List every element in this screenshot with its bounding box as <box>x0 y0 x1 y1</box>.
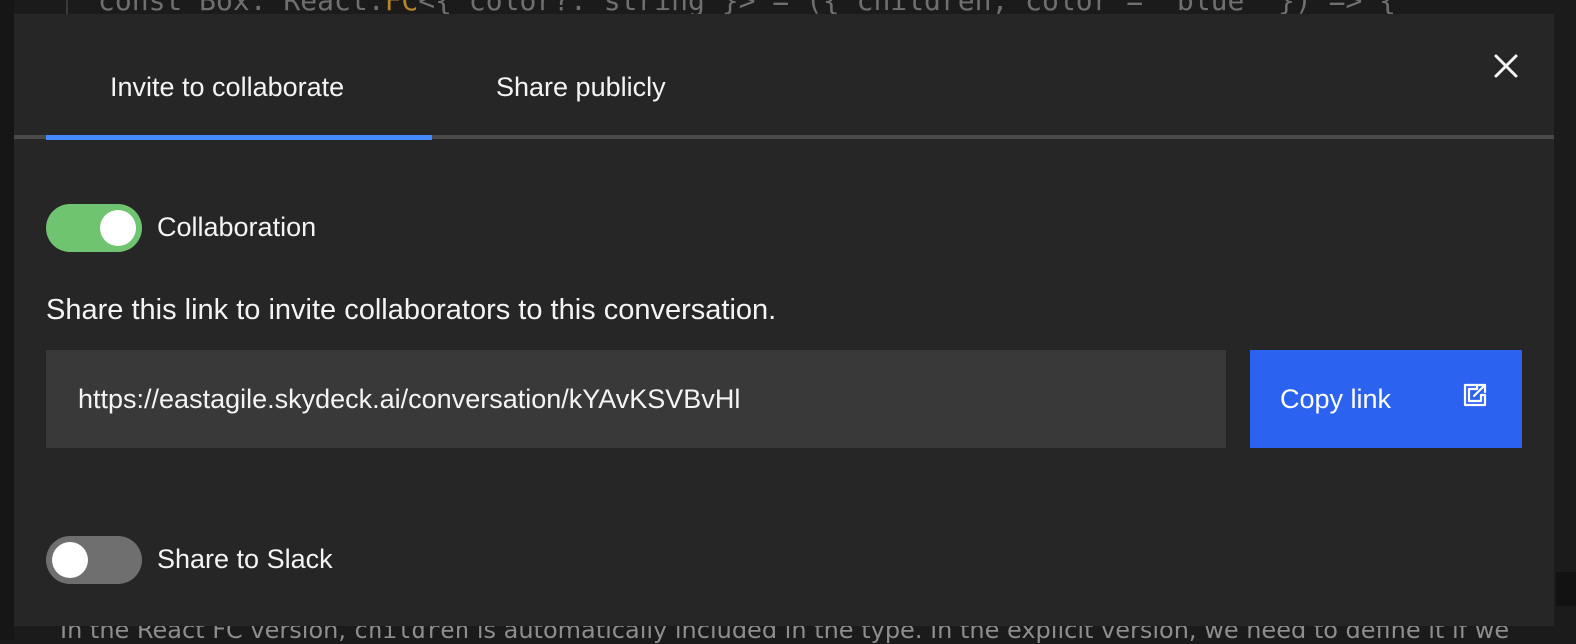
share-modal: Invite to collaborate Share publicly Col… <box>14 14 1554 626</box>
close-button[interactable] <box>1488 48 1524 84</box>
share-link-icon <box>1463 383 1487 407</box>
share-link-field[interactable]: https://eastagile.skydeck.ai/conversatio… <box>46 350 1226 448</box>
page-edge <box>0 0 14 640</box>
collaboration-label: Collaboration <box>157 212 317 242</box>
toggle-knob <box>52 542 88 578</box>
background-scrollbar <box>1556 572 1576 606</box>
copy-link-button[interactable]: Copy link <box>1250 350 1522 448</box>
active-tab-indicator <box>46 135 432 140</box>
tab-invite-to-collaborate[interactable]: Invite to collaborate <box>110 72 344 103</box>
slack-toggle[interactable] <box>46 536 142 584</box>
toggle-knob <box>100 210 136 246</box>
tab-share-publicly[interactable]: Share publicly <box>496 72 666 103</box>
slack-label: Share to Slack <box>157 544 333 574</box>
share-description: Share this link to invite collaborators … <box>46 294 777 326</box>
collaboration-toggle[interactable] <box>46 204 142 252</box>
close-icon <box>1494 54 1518 78</box>
copy-link-label: Copy link <box>1280 383 1392 414</box>
code-gutter-line <box>66 0 68 14</box>
modal-tabs: Invite to collaborate Share publicly <box>14 14 1554 140</box>
